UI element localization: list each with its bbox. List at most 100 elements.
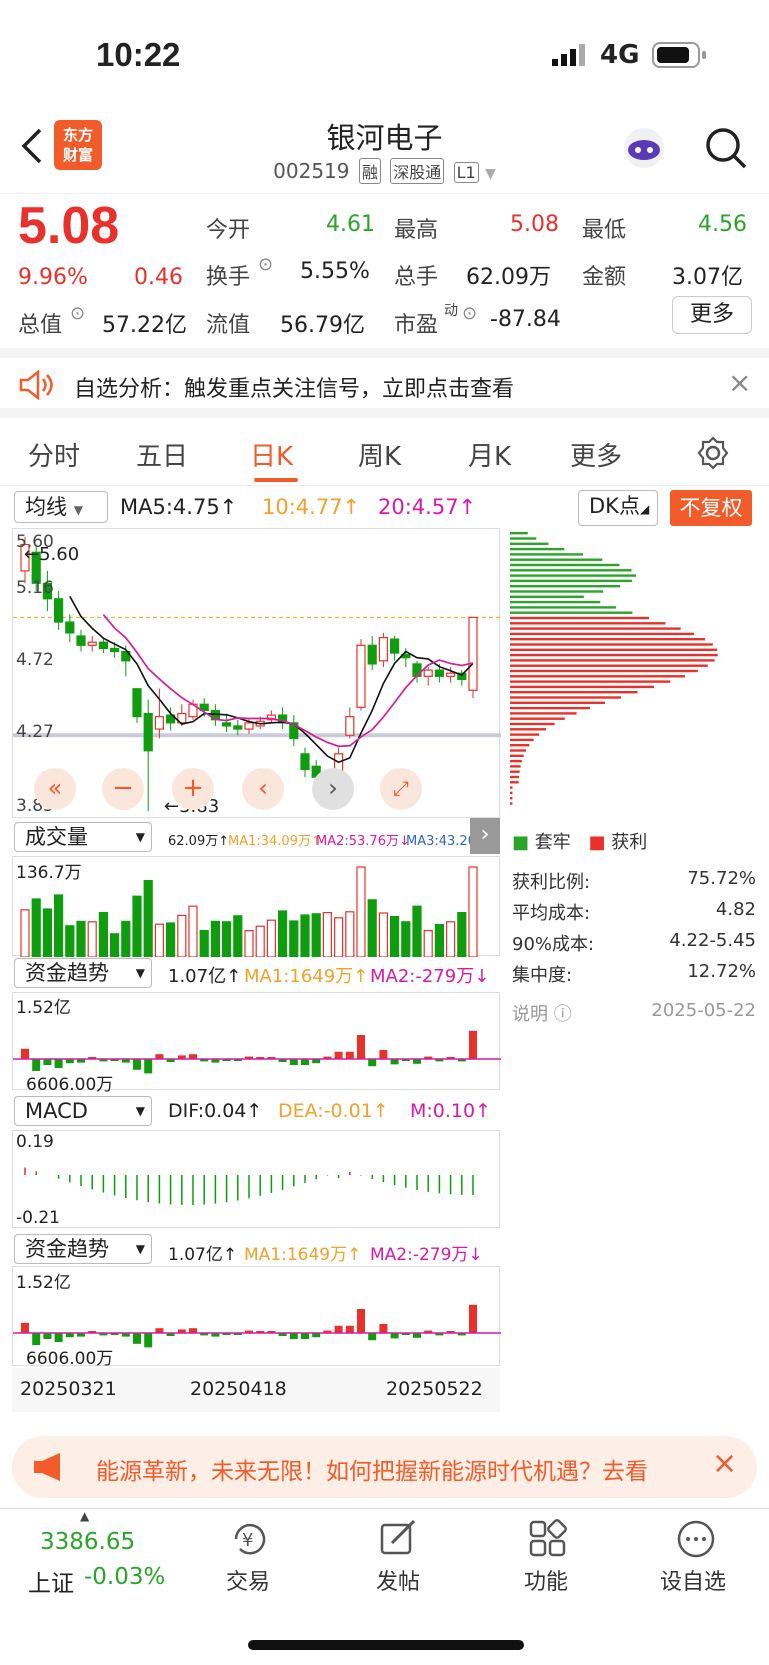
post-icon[interactable]	[378, 1519, 418, 1563]
expand-arrow-icon[interactable]: ›	[470, 818, 500, 854]
tab-daily-k[interactable]: 日K	[250, 436, 293, 473]
pe-label: 市盈	[394, 313, 439, 338]
change-value: 0.46	[134, 265, 183, 290]
chip-bar	[510, 638, 706, 641]
fund-bar	[301, 1059, 309, 1065]
active-tab-underline	[254, 478, 298, 482]
more-button[interactable]: 更多	[672, 296, 752, 334]
macd-indicator: MACD	[25, 1099, 88, 1123]
volume-bar	[199, 929, 209, 958]
analysis-banner[interactable]: 自选分析：触发重点关注信号，立即点击查看 ×	[0, 348, 769, 418]
tab-monthly-k[interactable]: 月K	[468, 436, 511, 473]
chip-bar	[510, 701, 605, 704]
trade-icon[interactable]: ¥	[228, 1519, 272, 1563]
chip-row-value: 4.22-5.45	[669, 930, 756, 951]
info-icon[interactable]: ⊙	[70, 303, 85, 324]
fund-bar	[54, 1059, 63, 1068]
tab-5day[interactable]: 五日	[136, 436, 188, 473]
fund-bar	[301, 1333, 309, 1339]
dk-label: DK点	[589, 494, 640, 518]
candle	[65, 621, 75, 634]
robot-avatar-icon[interactable]	[620, 124, 668, 176]
index-pct[interactable]: -0.03%	[84, 1564, 165, 1590]
macd-m: M:0.10↑	[410, 1100, 492, 1122]
function-label[interactable]: 功能	[524, 1564, 568, 1596]
date-label: 20250522	[386, 1378, 483, 1400]
fund-bar	[357, 1035, 365, 1059]
volume-bar	[322, 911, 332, 958]
function-grid-icon[interactable]	[528, 1519, 568, 1563]
tab-weekly-k[interactable]: 周K	[358, 436, 401, 473]
macd-chart	[12, 1130, 500, 1228]
volume-bar	[356, 866, 366, 958]
macd-select[interactable]: MACD ▼	[14, 1096, 152, 1126]
settings-gear-icon[interactable]	[696, 436, 730, 474]
add-watchlist-label[interactable]: 设自选	[660, 1564, 726, 1596]
fund-bar	[54, 1333, 63, 1342]
fund-value: 1.07亿↑	[168, 966, 242, 987]
volume-bar	[76, 920, 86, 958]
volume-bar	[434, 923, 444, 958]
volume-bar	[132, 895, 142, 958]
chip-row-value: 75.72%	[687, 868, 756, 889]
volume-bar	[468, 866, 478, 958]
post-label[interactable]: 发帖	[376, 1564, 420, 1596]
zoom-in-button[interactable]: +	[172, 768, 214, 810]
index-expand-icon[interactable]: ▲	[80, 1509, 89, 1523]
low-label: 最低	[582, 218, 627, 243]
high-value: 5.08	[510, 212, 559, 237]
fund-indicator: 资金趋势	[25, 961, 109, 985]
chip-note-row: 说明 ⓘ 2025-05-22	[512, 1000, 756, 1026]
fund-trend-select-2[interactable]: 资金趋势 ▼	[14, 1234, 152, 1264]
fund-top-label: 1.52亿	[16, 998, 71, 1018]
info-icon[interactable]: ⊙	[462, 303, 477, 324]
chip-bar	[510, 547, 565, 551]
info-icon[interactable]: ⊙	[258, 254, 273, 275]
scroll-start-button[interactable]: «	[34, 768, 76, 810]
tab-intraday[interactable]: 分时	[28, 436, 80, 473]
fund-bar	[368, 1333, 377, 1341]
chip-row-label: 90%成本:	[512, 934, 595, 955]
banner-close-icon[interactable]: ×	[728, 366, 751, 399]
chip-note[interactable]: 说明	[512, 1004, 548, 1025]
chip-bar	[510, 706, 591, 710]
fund-trend-select[interactable]: 资金趋势 ▼	[14, 958, 152, 988]
dk-point-select[interactable]: DK点◢	[578, 490, 658, 526]
candle	[356, 644, 366, 708]
add-watchlist-icon[interactable]	[676, 1519, 716, 1563]
scroll-right-button[interactable]: ›	[312, 768, 354, 810]
chip-bar	[510, 600, 601, 604]
volume-bar	[289, 920, 299, 958]
info-icon[interactable]: ⓘ	[554, 1004, 572, 1025]
volume-bar	[278, 910, 288, 958]
volume-bar	[166, 922, 176, 958]
no-adjust-button[interactable]: 不复权	[670, 490, 752, 526]
volume-bar	[98, 911, 109, 958]
fullscreen-button[interactable]: ⤢	[380, 768, 422, 810]
volume-bar	[20, 909, 30, 958]
promo-text: 能源革新，未来无限！如何把握新能源时代机遇？去看	[96, 1459, 648, 1485]
promo-banner[interactable]: 能源革新，未来无限！如何把握新能源时代机遇？去看 ×	[12, 1436, 757, 1498]
ma5-label: MA5:4.75↑	[120, 495, 238, 519]
fund-bar	[379, 1324, 388, 1333]
volume-bar	[311, 913, 321, 958]
zoom-out-button[interactable]: −	[102, 768, 144, 810]
fund-bar	[43, 1333, 52, 1339]
candle	[132, 688, 142, 718]
indicator-select[interactable]: 均线 ▼	[14, 491, 108, 523]
volume-bar	[42, 908, 52, 958]
trade-label[interactable]: 交易	[226, 1564, 270, 1596]
promo-close-icon[interactable]: ×	[712, 1446, 737, 1481]
tab-more[interactable]: 更多	[570, 436, 622, 473]
index-value[interactable]: 3386.65	[40, 1529, 135, 1555]
scroll-left-button[interactable]: ‹	[242, 768, 284, 810]
dropdown-icon[interactable]: ▼	[485, 166, 496, 182]
date-axis: 20250321 20250418 20250522	[12, 1368, 500, 1412]
legend-trap: 套牢	[534, 832, 571, 853]
index-name[interactable]: 上证	[28, 1564, 74, 1598]
candle	[468, 616, 478, 691]
volume-bar	[177, 914, 187, 958]
volume-select[interactable]: 成交量 ▼	[14, 822, 152, 852]
chip-row-value: 4.82	[715, 899, 756, 920]
search-icon[interactable]	[704, 126, 748, 174]
